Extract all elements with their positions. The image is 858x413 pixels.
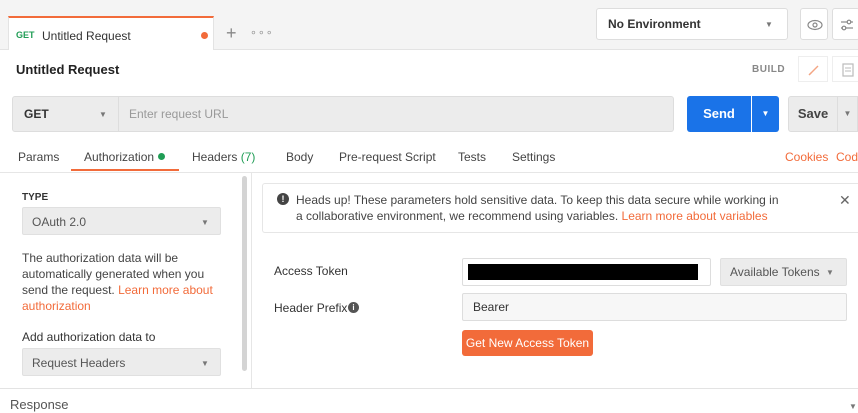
header-prefix-label: Header Prefix <box>274 301 348 315</box>
http-method-value: GET <box>24 107 49 121</box>
environment-quick-look-button[interactable] <box>800 8 828 40</box>
auth-description: The authorization data will be automatic… <box>22 250 222 314</box>
tab-tests[interactable]: Tests <box>458 150 486 164</box>
learn-more-variables-link[interactable]: Learn more about variables <box>622 209 768 223</box>
edit-button[interactable] <box>798 56 828 82</box>
chevron-down-icon: ▼ <box>99 110 107 119</box>
auth-type-heading: TYPE <box>22 192 49 203</box>
new-tab-button[interactable]: + <box>226 24 237 42</box>
unsaved-dot-icon <box>201 32 208 39</box>
tab-name[interactable]: Untitled Request <box>42 29 131 43</box>
save-button[interactable]: Save <box>788 96 838 132</box>
headers-count: (7) <box>240 150 256 164</box>
tab-headers[interactable]: Headers (7) <box>192 150 255 164</box>
chevron-down-icon[interactable]: ▼ <box>849 402 857 411</box>
cookies-link[interactable]: Cookies <box>785 150 828 164</box>
chevron-down-icon: ▼ <box>826 268 834 277</box>
send-button[interactable]: Send <box>687 96 751 132</box>
request-title[interactable]: Untitled Request <box>16 62 119 77</box>
redacted-token-value <box>468 264 698 280</box>
close-icon[interactable]: ✕ <box>839 192 851 209</box>
info-icon[interactable]: i <box>348 302 359 313</box>
request-url-input[interactable] <box>119 96 674 132</box>
available-tokens-label: Available Tokens <box>730 265 820 279</box>
response-label: Response <box>10 397 69 412</box>
environment-label: No Environment <box>608 17 701 31</box>
access-token-input[interactable] <box>462 258 711 286</box>
get-new-access-token-button[interactable]: Get New Access Token <box>462 330 593 356</box>
tab-settings[interactable]: Settings <box>512 150 555 164</box>
add-auth-to-value: Request Headers <box>32 356 126 370</box>
chevron-down-icon: ▼ <box>765 20 773 29</box>
document-icon <box>842 63 854 77</box>
warning-icon: ! <box>277 193 289 205</box>
tab-pre-request-script[interactable]: Pre-request Script <box>339 150 436 164</box>
more-tabs-icon[interactable]: ∘∘∘ <box>250 26 274 39</box>
tab-body[interactable]: Body <box>286 150 313 164</box>
send-options-button[interactable]: ▼ <box>752 96 779 132</box>
documentation-button[interactable] <box>832 56 858 82</box>
tab-authorization-label: Authorization <box>84 150 155 164</box>
left-panel-scrollbar[interactable] <box>242 176 247 371</box>
eye-icon <box>807 19 823 31</box>
response-panel-header[interactable] <box>0 388 858 413</box>
sliders-icon <box>841 19 853 31</box>
manage-environments-button[interactable] <box>832 8 858 40</box>
chevron-down-icon: ▼ <box>201 359 209 368</box>
tab-params[interactable]: Params <box>18 150 59 164</box>
tab-headers-label: Headers <box>192 150 238 164</box>
chevron-down-icon: ▼ <box>201 218 209 227</box>
code-link[interactable]: Code <box>836 150 858 164</box>
active-tab-indicator <box>71 169 179 171</box>
active-dot-icon <box>158 153 166 160</box>
save-options-button[interactable]: ▼ <box>838 96 858 132</box>
header-prefix-input[interactable] <box>462 293 847 321</box>
alert-message: Heads up! These parameters hold sensitiv… <box>296 192 786 224</box>
access-token-label: Access Token <box>274 264 348 278</box>
auth-type-value: OAuth 2.0 <box>32 215 87 229</box>
pencil-icon <box>808 65 819 76</box>
tab-method: GET <box>16 30 35 40</box>
tab-authorization[interactable]: Authorization <box>84 150 166 164</box>
add-auth-to-label: Add authorization data to <box>22 330 156 344</box>
build-mode-label[interactable]: BUILD <box>752 64 785 75</box>
